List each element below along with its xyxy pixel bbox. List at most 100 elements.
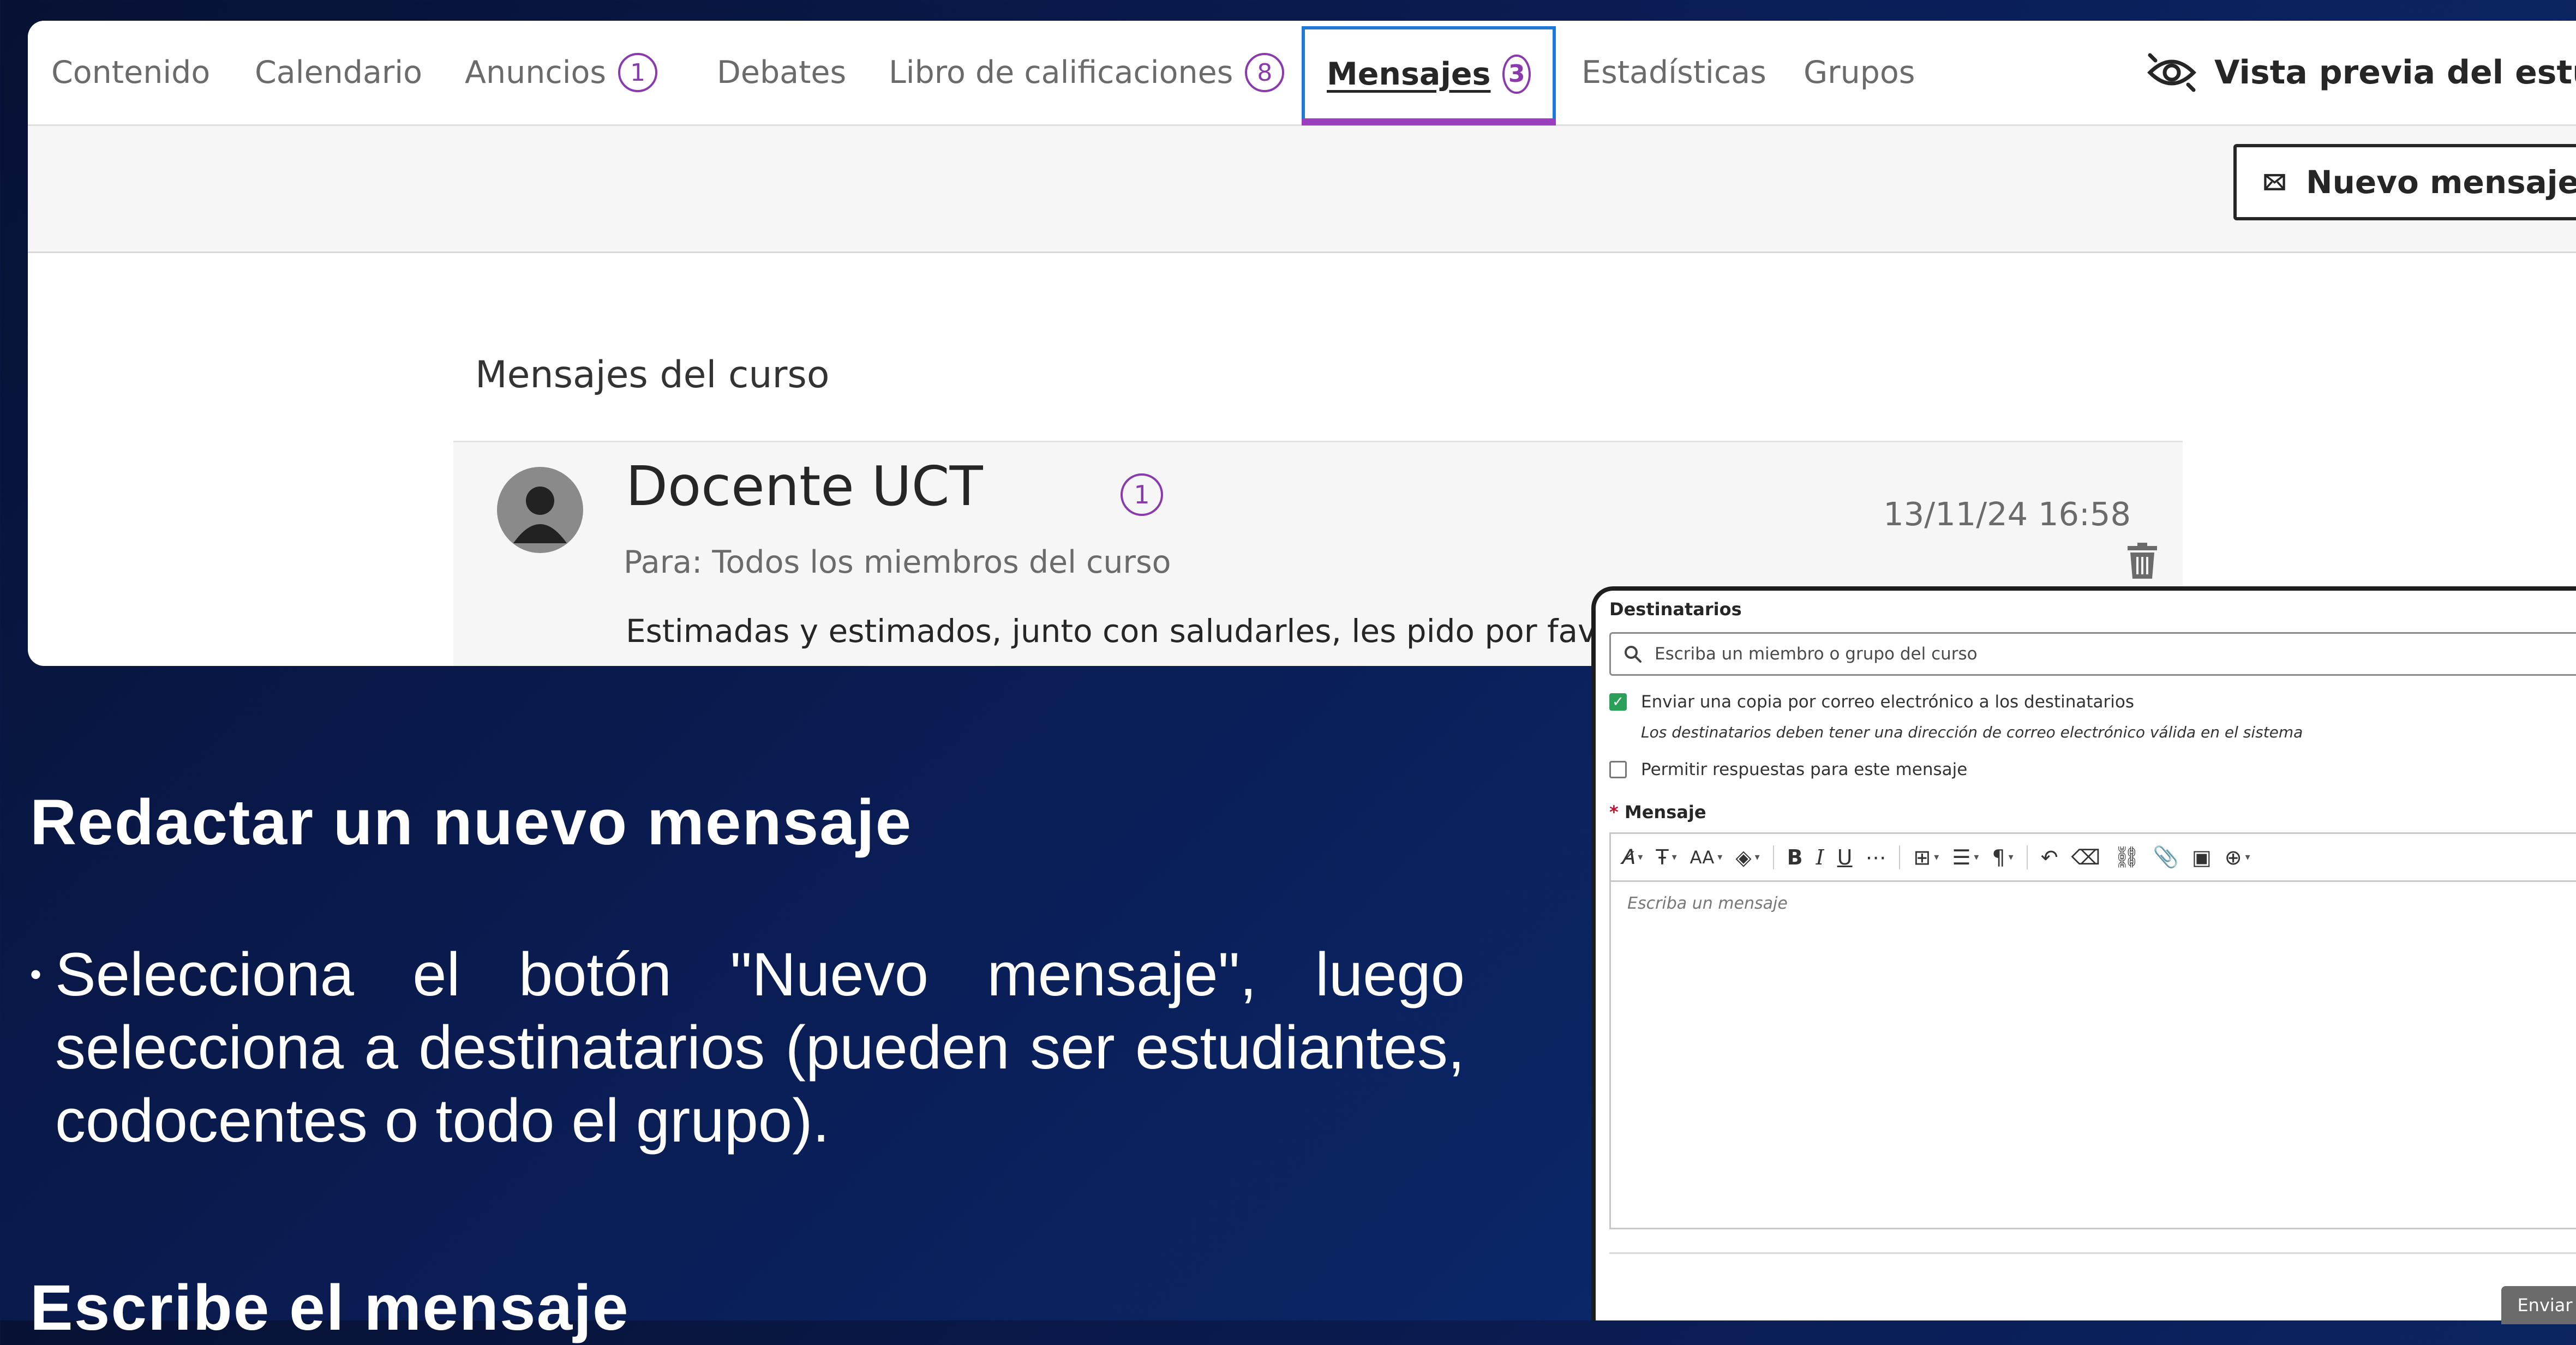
tab-announcements[interactable]: Anuncios 1	[465, 21, 658, 124]
user-icon	[513, 487, 567, 543]
tab-label: Mensajes	[1327, 56, 1491, 92]
active-tab-indicator	[1302, 119, 1556, 125]
announcements-count-badge: 1	[618, 53, 658, 92]
bullet-dot: •	[30, 956, 42, 993]
student-preview-button[interactable]: Vista previa del estudiante	[2144, 21, 2576, 124]
attach-button[interactable]: 📎	[2153, 841, 2179, 874]
message-recipients: Para: Todos los miembros del curso	[624, 544, 1171, 580]
table-button[interactable]: ⊞ ▾	[1913, 841, 1939, 874]
tab-groups[interactable]: Grupos	[1804, 21, 1915, 124]
send-button[interactable]: Enviar	[2501, 1286, 2576, 1324]
email-copy-note: Los destinatarios deben tener una direcc…	[1641, 723, 2303, 741]
recipients-search-input[interactable]: Escriba un miembro o grupo del curso	[1609, 632, 2576, 676]
italic-icon: I	[1816, 845, 1824, 869]
message-label-text: Mensaje	[1624, 802, 1706, 822]
unread-count-badge: 1	[1121, 473, 1163, 516]
paint-bucket-icon: ◈	[1735, 845, 1752, 869]
checkbox-checked-icon[interactable]: ✓	[1609, 693, 1627, 711]
tab-label: Estadísticas	[1581, 55, 1766, 91]
slide-bullet-text: Selecciona el botón "Nuevo mensaje", lue…	[55, 940, 1465, 1155]
paragraph-button[interactable]: ¶ ▾	[1992, 841, 2013, 874]
eraser-icon: ⌫	[2071, 845, 2101, 869]
highlight-button[interactable]: ◈ ▾	[1735, 841, 1759, 874]
paperclip-icon: 📎	[2153, 845, 2179, 869]
align-button[interactable]: ☰ ▾	[1952, 841, 1979, 874]
tab-content[interactable]: Contenido	[51, 21, 210, 124]
tab-label: Libro de calificaciones	[889, 55, 1233, 91]
required-marker: *	[1609, 802, 1619, 822]
message-preview: Estimadas y estimados, junto con saludar…	[626, 613, 1721, 650]
course-panel: Contenido Calendario Anuncios 1 Debates …	[28, 21, 2576, 666]
slide-subheading: Escribe el mensaje	[30, 1272, 630, 1344]
ellipsis-icon: ⋯	[1865, 845, 1886, 869]
image-icon: ▣	[2191, 845, 2212, 869]
pilcrow-icon: ¶	[1992, 845, 2005, 869]
plus-circle-icon: ⊕	[2224, 845, 2242, 869]
underline-button[interactable]: U	[1837, 841, 1853, 874]
envelope-icon	[2264, 174, 2285, 190]
toolbar-divider	[1772, 845, 1774, 869]
messages-toolbar	[28, 126, 2576, 253]
text-style-button[interactable]: 𝐴̷ ▾	[1621, 841, 1643, 874]
tab-label: Debates	[717, 55, 847, 91]
message-placeholder: Escriba un mensaje	[1627, 894, 1788, 913]
message-label: * Mensaje	[1609, 802, 1706, 822]
format-button[interactable]: Ŧ ▾	[1656, 841, 1676, 874]
trash-icon	[2128, 543, 2157, 579]
tab-label: Contenido	[51, 55, 211, 91]
tab-gradebook[interactable]: Libro de calificaciones 8	[889, 21, 1285, 124]
compose-message-panel: Destinatarios Escriba un miembro o grupo…	[1591, 586, 2576, 1324]
tab-label: Anuncios	[465, 55, 607, 91]
message-editor[interactable]: Escriba un mensaje	[1609, 880, 2576, 1229]
email-copy-label: Enviar una copia por correo electrónico …	[1641, 692, 2134, 712]
avatar	[497, 467, 583, 553]
gradebook-count-badge: 8	[1245, 53, 1285, 92]
font-style-icon: 𝐴̷	[1621, 845, 1635, 869]
checkbox-unchecked-icon[interactable]	[1609, 761, 1627, 778]
eye-refresh-icon	[2147, 53, 2196, 92]
recipients-label: Destinatarios	[1609, 599, 1742, 620]
tab-messages[interactable]: Mensajes 3	[1302, 26, 1556, 122]
tab-label: Calendario	[255, 55, 423, 91]
tab-analytics[interactable]: Estadísticas	[1581, 21, 1766, 124]
student-preview-label: Vista previa del estudiante	[2214, 53, 2576, 92]
bold-icon: B	[1787, 845, 1803, 869]
undo-icon: ↶	[2040, 845, 2058, 869]
slide-bullet: • Selecciona el botón "Nuevo mensaje", l…	[30, 938, 1465, 1157]
undo-button[interactable]: ↶	[2041, 841, 2058, 874]
insert-content-button[interactable]: ⊕ ▾	[2225, 841, 2250, 874]
paragraph-format-icon: Ŧ	[1656, 845, 1669, 869]
course-tab-bar: Contenido Calendario Anuncios 1 Debates …	[28, 21, 2576, 126]
allow-replies-checkbox[interactable]: Permitir respuestas para este mensaje	[1609, 760, 1967, 779]
new-message-label: Nuevo mensaje	[2306, 164, 2576, 201]
recipients-placeholder: Escriba un miembro o grupo del curso	[1655, 644, 1978, 664]
clear-format-button[interactable]: ⌫	[2071, 841, 2101, 874]
search-icon	[1625, 646, 1642, 663]
table-icon: ⊞	[1913, 845, 1931, 869]
link-icon: ⛓	[2113, 845, 2140, 869]
toolbar-divider	[1899, 845, 1901, 869]
email-copy-checkbox[interactable]: ✓ Enviar una copia por correo electrónic…	[1609, 692, 2134, 712]
messages-count-badge: 3	[1502, 54, 1531, 94]
toolbar-divider	[2026, 845, 2028, 869]
tab-label: Grupos	[1804, 55, 1915, 91]
italic-button[interactable]: I	[1816, 841, 1824, 874]
tab-calendar[interactable]: Calendario	[255, 21, 422, 124]
more-formatting-button[interactable]: ⋯	[1865, 841, 1886, 874]
font-size-icon: AA	[1690, 846, 1715, 868]
underline-icon: U	[1837, 845, 1853, 869]
insert-image-button[interactable]: ▣	[2192, 841, 2212, 874]
font-size-button[interactable]: AA ▾	[1690, 841, 1723, 874]
message-date: 13/11/24 16:58	[1883, 495, 2131, 533]
slide-heading: Redactar un nuevo mensaje	[30, 786, 913, 858]
link-button[interactable]: ⛓	[2113, 841, 2140, 874]
delete-message-button[interactable]	[2125, 542, 2159, 582]
bold-button[interactable]: B	[1787, 841, 1803, 874]
allow-replies-label: Permitir respuestas para este mensaje	[1641, 760, 1968, 779]
new-message-button[interactable]: Nuevo mensaje	[2233, 144, 2576, 220]
align-left-icon: ☰	[1952, 845, 1971, 869]
section-title: Mensajes del curso	[475, 353, 830, 397]
tab-discussions[interactable]: Debates	[717, 21, 846, 124]
editor-toolbar: 𝐴̷ ▾ Ŧ ▾ AA ▾ ◈ ▾ B I U ⋯ ⊞ ▾ ☰ ▾ ¶ ▾ ↶ ⌫ ⛓ 📎 ▣…	[1609, 832, 2576, 880]
message-sender[interactable]: Docente UCT	[626, 454, 983, 518]
